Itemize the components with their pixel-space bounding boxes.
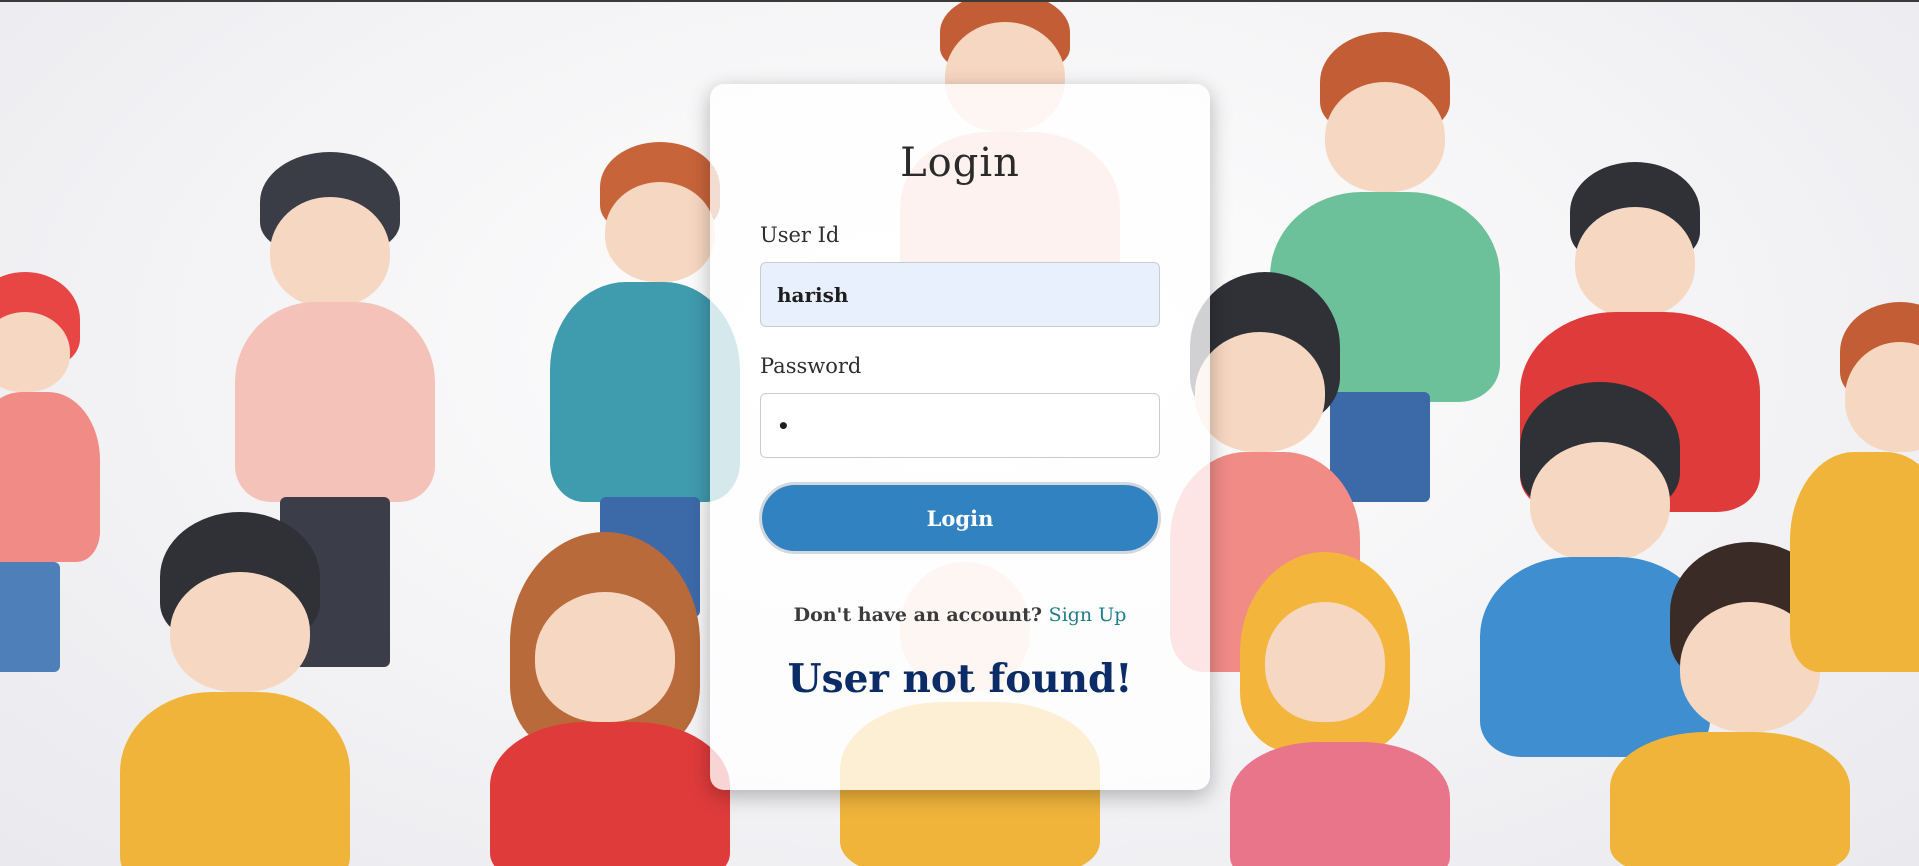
login-title: Login xyxy=(900,140,1020,186)
signup-prompt: Don't have an account? xyxy=(793,604,1043,626)
login-card: Login User Id Password Login Don't have … xyxy=(710,84,1210,790)
user-id-label: User Id xyxy=(760,223,840,247)
password-label: Password xyxy=(760,354,862,378)
signup-link[interactable]: Sign Up xyxy=(1049,604,1127,626)
error-message: User not found! xyxy=(787,656,1133,702)
password-input[interactable] xyxy=(760,393,1160,458)
signup-row: Don't have an account? Sign Up xyxy=(760,604,1160,626)
login-button[interactable]: Login xyxy=(759,482,1161,554)
user-id-input[interactable] xyxy=(760,262,1160,327)
